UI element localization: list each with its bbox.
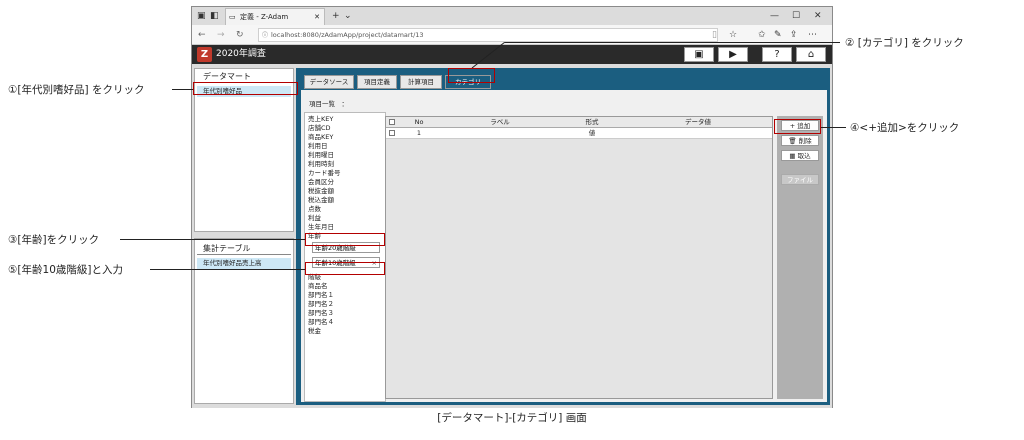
delete-label: 削除 xyxy=(798,137,812,145)
col-type[interactable]: 形式 xyxy=(560,117,624,128)
leader-2 xyxy=(505,42,840,43)
list-item[interactable]: 税金 xyxy=(308,325,321,335)
annotation-5: ⑤[年齢10歳階級]と入力 xyxy=(8,264,123,276)
cell-type[interactable]: 値 xyxy=(560,128,624,139)
action-sidebar: + 追加 🗑 削除 ▦ 取込 ファイル xyxy=(777,116,823,399)
aggregate-panel: 集計テーブル 年代別嗜好品売上高 xyxy=(194,238,294,404)
col-data-value[interactable]: データ値 xyxy=(624,117,772,128)
category-content: 項目一覧 ： 売上KEY 店舗CD 商品KEY 利用日 利用曜日 利用時刻 カー… xyxy=(301,90,827,402)
tab-list-icon[interactable]: ⌄ xyxy=(344,7,352,25)
leader-3 xyxy=(120,239,305,240)
app-header: Z 2020年調査 ▣ ▶ ? ⌂ xyxy=(192,45,832,64)
url-text: localhost:8080/zAdamApp/project/datamart… xyxy=(271,31,424,39)
tab-calculated-item[interactable]: 計算項目 xyxy=(400,75,442,89)
import-button[interactable]: ▦ 取込 xyxy=(781,150,819,161)
item-list-label: 項目一覧 ： xyxy=(309,100,348,108)
app-body: データマート 年代別嗜好品 集計テーブル 年代別嗜好品売上高 データソース 項目… xyxy=(192,64,832,408)
highlight-input-10 xyxy=(305,262,385,275)
minimize-icon[interactable]: — xyxy=(770,7,779,25)
browser-titlebar: ▣ ◧ ▭ 定義 - Z-Adam ✕ + ⌄ — ☐ ✕ xyxy=(192,7,832,25)
file-button[interactable]: ファイル xyxy=(781,174,819,185)
home-icon[interactable]: ⌂ xyxy=(796,47,826,62)
leader-2-diag xyxy=(470,42,506,68)
tab-title: 定義 - Z-Adam xyxy=(240,13,289,21)
trash-icon: 🗑 xyxy=(788,137,799,145)
highlight-datamart-item xyxy=(193,82,298,95)
leader-5 xyxy=(150,269,305,270)
col-no[interactable]: No xyxy=(398,117,440,128)
col-label[interactable]: ラベル xyxy=(440,117,560,128)
aggregate-title: 集計テーブル xyxy=(203,244,251,253)
select-all-checkbox[interactable] xyxy=(389,119,395,125)
annotation-3: ③[年齢]をクリック xyxy=(8,234,100,246)
info-icon: ⓘ xyxy=(262,32,269,39)
maximize-icon[interactable]: ☐ xyxy=(792,7,800,25)
delete-button[interactable]: 🗑 削除 xyxy=(781,135,819,146)
cell-no: 1 xyxy=(416,129,422,137)
grid-icon: ▦ xyxy=(789,152,798,160)
leader-4 xyxy=(821,127,846,128)
annotation-4: ④<+追加>をクリック xyxy=(850,122,960,134)
grid-header: No ラベル 形式 データ値 xyxy=(386,117,772,128)
tab-datasource[interactable]: データソース xyxy=(304,75,354,89)
row-checkbox[interactable] xyxy=(389,130,395,136)
highlight-add-button xyxy=(774,119,821,134)
run-icon[interactable]: ▶ xyxy=(718,47,748,62)
datamart-title: データマート xyxy=(203,72,251,81)
tab-item-definition[interactable]: 項目定義 xyxy=(357,75,397,89)
close-tab-icon[interactable]: ✕ xyxy=(314,9,320,25)
back-icon[interactable]: ← xyxy=(198,25,206,45)
forward-icon[interactable]: → xyxy=(217,25,225,45)
back-tabs-icon[interactable]: ◧ xyxy=(210,7,219,25)
close-window-icon[interactable]: ✕ xyxy=(814,7,822,25)
table-row[interactable]: 1 値 xyxy=(386,128,772,139)
app-logo-icon: Z xyxy=(197,47,212,62)
item-list: 売上KEY 店舗CD 商品KEY 利用日 利用曜日 利用時刻 カード番号 会員区… xyxy=(304,112,386,402)
highlight-age-item xyxy=(305,233,385,246)
project-title: 2020年調査 xyxy=(216,49,266,59)
import-label: 取込 xyxy=(797,152,811,160)
annotation-2: ② [カテゴリ] をクリック xyxy=(845,37,964,49)
tab-actions-icon[interactable]: ▣ xyxy=(197,7,206,25)
browser-tab[interactable]: ▭ 定義 - Z-Adam ✕ xyxy=(225,8,325,25)
figure-caption: [データマート]-[カテゴリ] 画面 xyxy=(437,412,587,424)
help-icon[interactable]: ? xyxy=(762,47,792,62)
page-icon: ▭ xyxy=(229,13,236,21)
url-field[interactable]: ⓘ localhost:8080/zAdamApp/project/datama… xyxy=(258,28,718,42)
browser-window: ▣ ◧ ▭ 定義 - Z-Adam ✕ + ⌄ — ☐ ✕ ← → ↻ ⓘ lo… xyxy=(191,6,833,408)
annotation-1: ①[年代別嗜好品] をクリック xyxy=(8,84,145,96)
leader-1 xyxy=(172,89,193,90)
aggregate-item[interactable]: 年代別嗜好品売上高 xyxy=(197,258,291,269)
new-tab-icon[interactable]: + xyxy=(332,7,340,25)
refresh-icon[interactable]: ↻ xyxy=(236,25,244,45)
category-grid: No ラベル 形式 データ値 1 値 xyxy=(385,116,773,399)
save-icon[interactable]: ▣ xyxy=(684,47,714,62)
highlight-category-tab xyxy=(448,68,495,83)
